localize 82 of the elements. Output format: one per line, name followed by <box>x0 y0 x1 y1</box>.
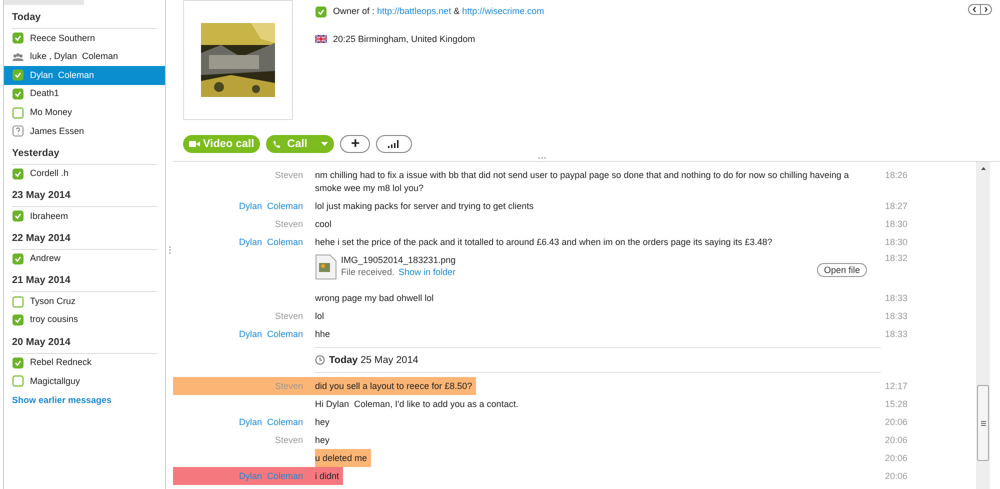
resize-handle-icon[interactable] <box>168 246 170 254</box>
contact-item[interactable]: Ibraheem <box>4 207 165 226</box>
message-time: 20:06 <box>884 470 909 483</box>
open-file-button[interactable]: Open file <box>816 263 867 277</box>
message-time: 18:33 <box>884 328 909 341</box>
call-quality-button[interactable] <box>376 135 412 153</box>
message-time: 18:27 <box>884 200 909 213</box>
group-heading: 21 May 2014 <box>12 273 157 292</box>
sender-name: Steven <box>274 380 303 393</box>
website-link[interactable]: http://battleops.net <box>377 6 452 16</box>
message-time: 18:33 <box>884 292 909 305</box>
signal-bars-icon <box>388 140 400 148</box>
message-text: cool <box>315 218 333 230</box>
video-camera-icon <box>189 140 200 148</box>
sender-name: Dylan Coleman <box>238 328 303 341</box>
phone-icon <box>272 140 282 148</box>
contact-item[interactable]: Mo Money <box>4 103 165 122</box>
dropdown-caret-icon <box>321 142 328 146</box>
message-time: 20:06 <box>884 434 909 447</box>
file-name: IMG_19052014_183231.png <box>341 254 456 266</box>
message-time: 18:30 <box>884 218 909 231</box>
message-text: lol just making packs for server and trying to get clients <box>315 200 535 213</box>
message-time: 20:06 <box>884 452 909 465</box>
show-in-folder-link[interactable]: Show in folder <box>398 266 456 278</box>
group-heading: 23 May 2014 <box>12 188 157 208</box>
add-button[interactable]: + <box>340 135 370 153</box>
group-heading: Yesterday <box>12 146 157 165</box>
contact-item[interactable]: Dylan Coleman <box>4 66 165 85</box>
contact-item[interactable]: troy cousins <box>4 310 165 330</box>
message-time: 15:28 <box>884 398 909 411</box>
message-time: 20:06 <box>884 416 909 429</box>
mood-message: Owner of : http://battleops.net & http://wisecrime.com <box>333 5 544 18</box>
group-heading: Today <box>12 10 157 29</box>
scrollbar[interactable] <box>976 162 990 489</box>
show-earlier-link[interactable]: Show earlier messages <box>12 394 157 408</box>
message-text: did you sell a layout to reece for £8.50? <box>315 377 476 395</box>
group-heading: 22 May 2014 <box>12 230 157 250</box>
contact-item[interactable]: Magictallguy <box>4 372 165 391</box>
sender-name: Steven <box>274 169 303 182</box>
contact-item[interactable]: Reece Southern <box>4 29 165 48</box>
location-text: 20:25 Birmingham, United Kingdom <box>333 32 476 46</box>
grip-icon <box>980 420 986 426</box>
clock-icon <box>315 355 325 365</box>
sender-name: Dylan Coleman <box>238 416 303 429</box>
contact-item[interactable]: Andrew <box>4 250 165 268</box>
message-text: Hi Dylan Coleman, I'd like to add you as a contact. <box>315 398 520 411</box>
pane-resize-handle-icon[interactable] <box>538 157 546 159</box>
group-heading: 20 May 2014 <box>12 334 157 354</box>
file-status: File received. <box>341 266 395 278</box>
sender-name: Steven <box>274 434 303 447</box>
sender-name: Dylan Coleman <box>238 470 303 483</box>
message-text: wrong page my bad ohwell lol <box>315 292 435 305</box>
image-file-icon <box>315 254 337 280</box>
message-time: 18:26 <box>884 169 909 182</box>
message-text: hhe <box>315 328 332 340</box>
message-text: hey <box>315 416 331 429</box>
sender-name: Steven <box>274 218 303 231</box>
scrollbar-thumb[interactable] <box>977 385 989 461</box>
contact-item[interactable]: James Essen <box>4 122 165 141</box>
sender-name: Steven <box>274 310 303 323</box>
message-text: hey <box>315 434 331 447</box>
scroll-up-icon[interactable] <box>980 167 986 170</box>
message-time: 18:32 <box>884 252 909 265</box>
contact-item[interactable]: luke , Dylan Coleman <box>4 48 165 66</box>
contact-item[interactable]: Rebel Redneck <box>4 354 165 372</box>
message-time: 12:17 <box>884 380 909 393</box>
message-text: nm chilling had to fix a issue with bb that did not send user to paypal page so done that and nothing to do for now so chilling haveing a smoke wee my m8 lol you? <box>315 168 850 195</box>
uk-flag-icon <box>315 35 327 44</box>
online-status-icon <box>315 6 327 18</box>
message-time: 18:33 <box>884 310 909 323</box>
message-text: lol <box>315 310 326 322</box>
contact-item[interactable]: Cordell .h <box>4 164 165 184</box>
sender-name: Dylan Coleman <box>238 200 303 213</box>
contact-item[interactable]: Death1 <box>4 84 165 104</box>
message-text: hehe i set the price of the pack and it totalled to around £6.43 and when im on the orders page its saying its £3.48? <box>315 236 774 249</box>
message-text: i didnt <box>315 467 344 485</box>
sender-name: Dylan Coleman <box>238 236 303 249</box>
message-text: u deleted me <box>315 449 372 467</box>
website-link[interactable]: http://wisecrime.com <box>462 6 544 16</box>
date-separator: Today 25 May 2014 <box>329 354 418 368</box>
contact-item[interactable]: Tyson Cruz <box>4 292 165 311</box>
message-time: 18:30 <box>884 236 909 249</box>
